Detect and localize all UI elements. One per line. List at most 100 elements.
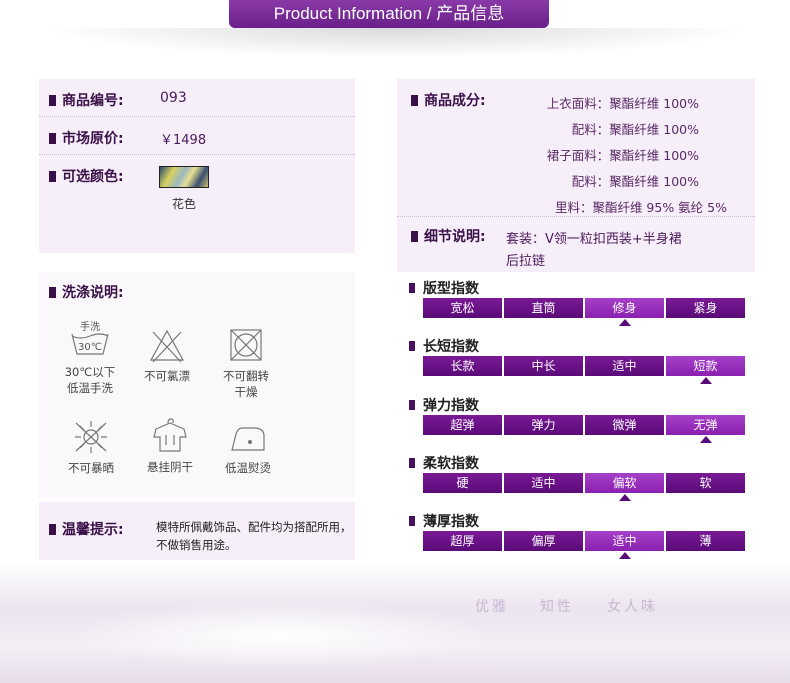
care-text: 悬挂阴干 bbox=[147, 460, 193, 474]
bullet-square-icon bbox=[49, 287, 56, 298]
bullet-square-icon bbox=[49, 95, 56, 106]
color-row: 可选颜色: 花色 bbox=[39, 155, 355, 253]
code-row: 商品编号: 093 bbox=[39, 79, 355, 117]
care-no-tumble-dry: 不可翻转 干燥 bbox=[211, 328, 281, 400]
care-panel: 洗涤说明: 手洗 30℃ 30℃以下 低温手洗 不可氯漂 不可翻转 干燥 不可暴… bbox=[39, 272, 355, 498]
index-option: 超弹 bbox=[423, 415, 502, 435]
details-line-2: 后拉链 bbox=[506, 254, 546, 269]
index-option: 硬 bbox=[423, 473, 502, 493]
bullet-square-icon bbox=[409, 341, 415, 351]
index-option: 超厚 bbox=[423, 531, 502, 551]
index-option: 无弹 bbox=[666, 415, 745, 435]
slogan-word: 优雅 bbox=[475, 599, 509, 615]
care-text: 不可氯漂 bbox=[144, 369, 190, 383]
index-option: 直筒 bbox=[504, 298, 583, 318]
low-iron-icon bbox=[231, 427, 265, 451]
composition-line: 里料：聚酯纤维 95% 氨纶 5% bbox=[554, 200, 727, 215]
color-name: 花色 bbox=[172, 197, 197, 211]
index-option: 偏软 bbox=[585, 473, 664, 493]
slogan-word: 女人味 bbox=[607, 599, 658, 615]
care-hang-dry: 悬挂阴干 bbox=[135, 417, 205, 475]
bullet-square-icon bbox=[409, 516, 415, 526]
composition-line: 上衣面料：聚酯纤维 100% bbox=[546, 96, 699, 111]
index-option: 短款 bbox=[666, 356, 745, 376]
index-option: 适中 bbox=[585, 356, 664, 376]
details-row: 细节说明: 套装：V领一粒扣西装+半身裙 后拉链 bbox=[397, 217, 755, 272]
footer-glow bbox=[70, 600, 490, 670]
index-selected-marker bbox=[618, 319, 631, 326]
hand-wash-30-icon: 手洗 30℃ bbox=[71, 320, 109, 355]
care-label: 洗涤说明: bbox=[49, 282, 124, 302]
index-option: 中长 bbox=[504, 356, 583, 376]
care-low-iron: 低温熨烫 bbox=[213, 420, 283, 476]
index-title: 版型指数 bbox=[409, 278, 479, 298]
bullet-square-icon bbox=[49, 133, 56, 144]
code-value: 093 bbox=[160, 90, 187, 106]
index-option: 长款 bbox=[423, 356, 502, 376]
bullet-square-icon bbox=[409, 400, 415, 410]
index-title: 柔软指数 bbox=[409, 453, 479, 473]
no-tumble-dry-icon bbox=[230, 329, 262, 361]
composition-panel: 商品成分: 上衣面料：聚酯纤维 100% 配料：聚酯纤维 100% 裙子面料：聚… bbox=[397, 79, 755, 272]
tips-line-1: 模特所佩戴饰品、配件均为搭配所用， bbox=[156, 520, 352, 534]
index-selected-marker bbox=[699, 377, 712, 384]
index-bar: 超厚 偏厚 适中薄 bbox=[423, 531, 745, 551]
composition-line: 配料：聚酯纤维 100% bbox=[571, 122, 699, 137]
index-option: 适中 bbox=[504, 473, 583, 493]
price-row: 市场原价: ￥1498 bbox=[39, 117, 355, 155]
index-selected-marker bbox=[699, 436, 712, 443]
tips-label: 温馨提示: bbox=[49, 519, 124, 539]
index-bar: 宽松 直筒 修身 紧身 bbox=[423, 298, 745, 318]
details-label: 细节说明: bbox=[411, 226, 486, 246]
index-bar: 硬适中 偏软软 bbox=[423, 473, 745, 493]
hand-wash-temp-text: 30℃ bbox=[78, 342, 102, 353]
index-option: 微弹 bbox=[585, 415, 664, 435]
composition-label: 商品成分: bbox=[411, 90, 486, 110]
header-shadow bbox=[40, 28, 750, 58]
section-title: Product Information / 产品信息 bbox=[229, 0, 549, 28]
bullet-square-icon bbox=[411, 95, 418, 106]
tips-panel: 温馨提示: 模特所佩戴饰品、配件均为搭配所用， 不做销售用途。 bbox=[39, 502, 355, 562]
index-title: 薄厚指数 bbox=[409, 511, 479, 531]
color-label: 可选颜色: bbox=[49, 166, 124, 186]
index-title: 弹力指数 bbox=[409, 395, 479, 415]
no-bleach-icon bbox=[149, 329, 185, 363]
no-sun-icon bbox=[75, 421, 107, 453]
bullet-square-icon bbox=[49, 171, 56, 182]
care-hand-wash: 手洗 30℃ 30℃以下 低温手洗 bbox=[55, 320, 125, 396]
care-text: 30℃以下 bbox=[64, 365, 116, 379]
index-option: 紧身 bbox=[666, 298, 745, 318]
hang-dry-shade-icon bbox=[153, 418, 187, 452]
care-text: 低温手洗 bbox=[67, 381, 113, 395]
index-bar: 超弹 弹力 微弹 无弹 bbox=[423, 415, 745, 435]
composition-line: 配料：聚酯纤维 100% bbox=[571, 174, 699, 189]
price-value: ￥1498 bbox=[160, 133, 207, 148]
index-option: 修身 bbox=[585, 298, 664, 318]
index-title: 长短指数 bbox=[409, 336, 479, 356]
care-text: 不可翻转 bbox=[223, 369, 269, 383]
bullet-square-icon bbox=[409, 283, 415, 293]
basic-info-panel: 商品编号: 093 市场原价: ￥1498 可选颜色: 花色 bbox=[39, 79, 355, 253]
index-option: 弹力 bbox=[504, 415, 583, 435]
composition-row: 商品成分: 上衣面料：聚酯纤维 100% 配料：聚酯纤维 100% 裙子面料：聚… bbox=[397, 79, 755, 217]
composition-line: 裙子面料：聚酯纤维 100% bbox=[546, 148, 699, 163]
price-label: 市场原价: bbox=[49, 128, 124, 148]
care-text: 低温熨烫 bbox=[225, 461, 271, 475]
care-no-sun: 不可暴晒 bbox=[56, 420, 126, 476]
index-selected-marker bbox=[618, 552, 631, 559]
care-no-bleach: 不可氯漂 bbox=[132, 328, 202, 384]
index-selected-marker bbox=[618, 494, 631, 501]
color-swatch[interactable] bbox=[159, 166, 209, 188]
care-text: 干燥 bbox=[234, 385, 258, 399]
index-option: 薄 bbox=[666, 531, 745, 551]
bullet-square-icon bbox=[49, 524, 56, 535]
bullet-square-icon bbox=[409, 458, 415, 468]
index-option: 适中 bbox=[585, 531, 664, 551]
tips-line-2: 不做销售用途。 bbox=[156, 538, 237, 552]
hand-wash-icon-text: 手洗 bbox=[80, 320, 100, 333]
index-bar: 长款 中长 适中 短款 bbox=[423, 356, 745, 376]
bullet-square-icon bbox=[411, 231, 418, 242]
slogan-word: 知性 bbox=[540, 599, 574, 615]
index-option: 偏厚 bbox=[504, 531, 583, 551]
index-option: 软 bbox=[666, 473, 745, 493]
